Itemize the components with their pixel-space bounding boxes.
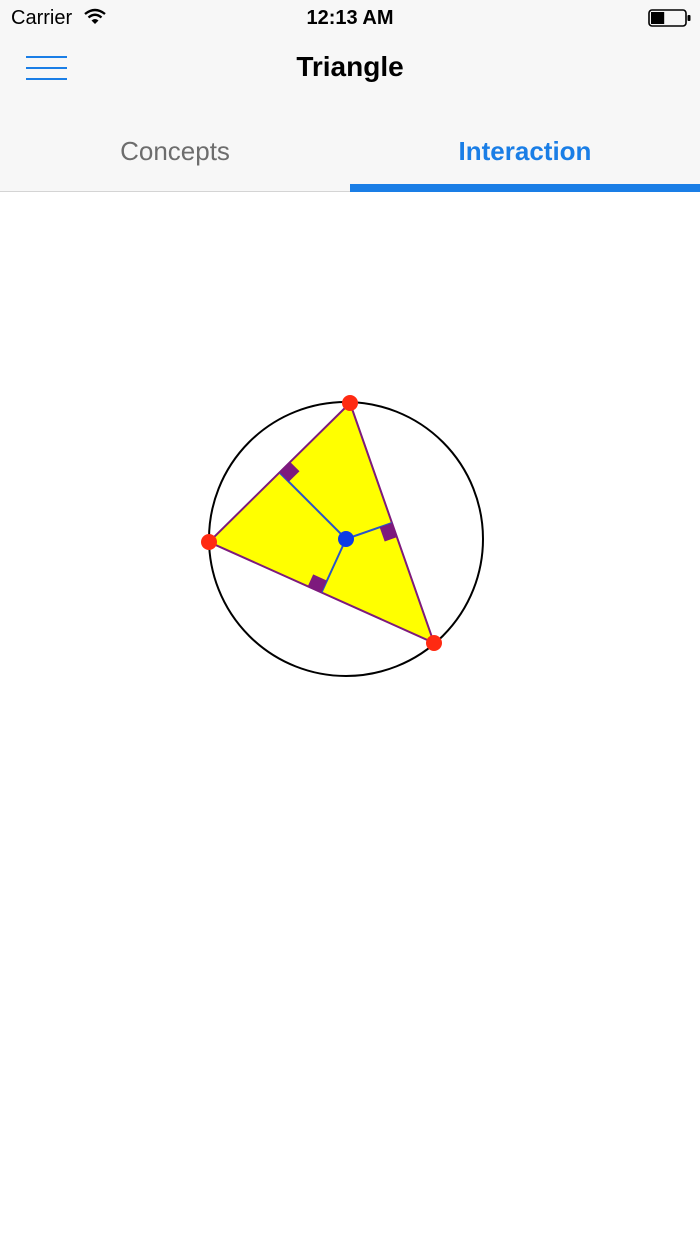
tab-interaction[interactable]: Interaction <box>350 108 700 192</box>
vertex-handle-left[interactable] <box>201 534 217 550</box>
battery-icon <box>648 9 691 27</box>
geometry-canvas[interactable] <box>0 192 700 1244</box>
clock-time: 12:13 AM <box>306 7 394 29</box>
circumcenter-point <box>338 531 354 547</box>
page-title: Triangle <box>296 51 404 82</box>
triangle <box>207 401 436 645</box>
status-bar: Carrier 12:13 AM <box>0 0 700 36</box>
tab-concepts[interactable]: Concepts <box>0 108 350 192</box>
tab-bar: Concepts Interaction <box>0 108 700 192</box>
vertex-handle-bottom-right[interactable] <box>426 635 442 651</box>
navigation-bar: Triangle <box>0 36 700 108</box>
vertex-handle-top[interactable] <box>342 395 358 411</box>
selected-tab-indicator <box>350 184 700 192</box>
